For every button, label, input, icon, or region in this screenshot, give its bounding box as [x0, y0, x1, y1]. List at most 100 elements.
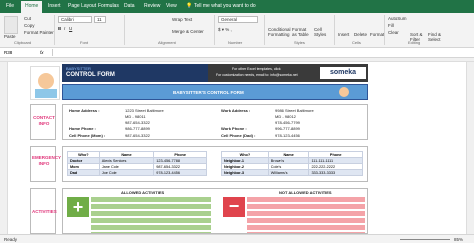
table-cell[interactable]: 978-123-4456: [153, 169, 207, 176]
font-size-select[interactable]: 11: [94, 16, 106, 23]
ribbon: Paste Cut Copy Format Painter Clipboard …: [0, 13, 474, 48]
merge-center-button[interactable]: Merge & Center: [172, 29, 204, 34]
cell-dad-value[interactable]: 978-123-4456: [275, 133, 300, 138]
tab-insert[interactable]: Insert: [48, 3, 61, 9]
cell-dad-label: Cell Phone (Dad) :: [221, 133, 256, 138]
zoom-slider[interactable]: [400, 239, 450, 240]
contact-info-label: CONTACT INFO: [33, 115, 55, 126]
activities-section: ALLOWED ACTIVITIES NOT ALLOWED ACTIVITIE…: [62, 188, 368, 234]
plus-icon: +: [67, 197, 89, 217]
currency-button[interactable]: $ ▾ % ,: [218, 27, 232, 33]
info-line-1[interactable]: For other Excel templates, click: [232, 67, 281, 71]
contact-label-box: CONTACT INFO: [30, 104, 56, 140]
contact-info-section: Home Address : 1223 Street Baltimore MD …: [62, 104, 368, 140]
clipboard-group-label: Clipboard: [14, 40, 32, 45]
cell-styles-button[interactable]: Cell Styles: [314, 27, 330, 37]
table-cell[interactable]: Joe Cole: [98, 169, 155, 176]
tab-file[interactable]: File: [6, 3, 14, 9]
home-phone-value[interactable]: 986-777-8899: [125, 126, 150, 131]
paste-button[interactable]: Paste: [4, 34, 16, 39]
baby-icon: [38, 73, 54, 89]
editing-group-label: Editing: [408, 40, 421, 45]
font-group-label: Font: [80, 40, 89, 45]
home-address-line-1[interactable]: 1223 Street Baltimore: [125, 108, 164, 113]
clear-button[interactable]: Clear: [388, 30, 399, 35]
status-bar: Ready 85%: [0, 234, 474, 243]
cut-button[interactable]: Cut: [24, 16, 31, 21]
table-cell[interactable]: Neighbor-3: [221, 169, 269, 176]
baby-logo-image: [30, 66, 60, 100]
tab-home[interactable]: Home: [21, 1, 43, 13]
font-name-select[interactable]: Calibri: [58, 16, 92, 23]
find-select-button[interactable]: Find & Select: [428, 32, 446, 42]
paste-icon[interactable]: [4, 16, 18, 34]
autosum-button[interactable]: AutoSum: [388, 16, 407, 21]
lightbulb-icon: 💡: [186, 3, 193, 9]
format-cells-button[interactable]: Format: [370, 32, 384, 37]
table-cell[interactable]: 333-333-3333: [308, 169, 363, 176]
someka-logo[interactable]: someka: [320, 67, 366, 79]
zoom-level[interactable]: 85%: [454, 237, 463, 242]
formula-input[interactable]: [52, 49, 470, 56]
tab-page-layout[interactable]: Page Layout: [68, 3, 96, 9]
work-phone-value[interactable]: 996-777-8899: [275, 126, 300, 131]
divider: [214, 15, 215, 45]
home-address-label: Home Address :: [69, 108, 100, 113]
divider: [124, 15, 125, 45]
column-headers: [0, 58, 474, 62]
ribbon-tab-bar: File Home Insert Page Layout Formulas Da…: [0, 0, 474, 13]
minus-icon: −: [223, 197, 245, 217]
fx-icon[interactable]: fx: [40, 50, 44, 55]
table-cell[interactable]: Dad: [67, 169, 100, 176]
tab-formulas[interactable]: Formulas: [98, 3, 119, 9]
info-line-2[interactable]: For customization needs, email to: info@…: [216, 73, 298, 77]
number-format-select[interactable]: General: [218, 16, 258, 23]
emergency-info-section: Who? Name Phone Doctor Alexis Senices 123-45…: [62, 146, 368, 182]
work-address-line-2[interactable]: MD - 98012: [275, 114, 296, 119]
not-allowed-activities-header: NOT ALLOWED ACTIVITIES: [279, 190, 332, 195]
name-box[interactable]: R38: [4, 50, 12, 55]
format-painter-button[interactable]: Format Painter: [24, 30, 54, 35]
divider: [384, 15, 385, 45]
bold-button[interactable]: B: [58, 26, 61, 31]
italic-button[interactable]: I: [64, 26, 65, 31]
cells-group-label: Cells: [352, 40, 361, 45]
tab-data[interactable]: Data: [124, 3, 135, 9]
tab-view[interactable]: View: [166, 3, 177, 9]
home-address-line-2[interactable]: MD - 98011: [125, 114, 146, 119]
emergency-right-table: Who? Name Phone Neighbor-1 Brown's 111-111-1…: [221, 151, 363, 176]
form-banner: BABYSITTER'S CONTROL FORM: [62, 84, 368, 100]
cell-mom-value[interactable]: 987-654-3322: [125, 133, 150, 138]
fill-button[interactable]: Fill: [388, 23, 394, 28]
wrap-text-button[interactable]: Wrap Text: [172, 17, 192, 22]
home-address-line-3[interactable]: 987-654-3322: [125, 120, 150, 125]
work-address-line-3[interactable]: 978-456-7799: [275, 120, 300, 125]
worksheet[interactable]: BABYSITTER CONTROL FORM For other Excel …: [0, 58, 474, 234]
allowed-activities-list[interactable]: [91, 197, 211, 233]
status-ready: Ready: [4, 237, 18, 242]
copy-button[interactable]: Copy: [24, 23, 35, 28]
number-group-label: Number: [228, 40, 243, 45]
form-title-badge: BABYSITTER CONTROL FORM: [62, 64, 208, 82]
divider: [264, 15, 265, 45]
activities-label: ACTIVITIES: [32, 209, 57, 214]
vertical-scrollbar[interactable]: [466, 62, 474, 234]
divider: [54, 15, 55, 45]
work-address-line-1[interactable]: 9986 Street Baltimore: [275, 108, 314, 113]
activities-label-box: ACTIVITIES: [30, 188, 57, 234]
alignment-group-label: Alignment: [158, 40, 176, 45]
underline-button[interactable]: U: [69, 26, 72, 31]
emergency-left-table: Who? Name Phone Doctor Alexis Senices 123-45…: [67, 151, 207, 176]
insert-cells-button[interactable]: Insert: [338, 32, 349, 37]
tell-me-search[interactable]: Tell me what you want to do: [194, 3, 256, 9]
conditional-formatting-button[interactable]: Conditional Formatting: [268, 27, 292, 37]
delete-cells-button[interactable]: Delete: [354, 32, 367, 37]
emergency-info-label: EMERGENCY INFO: [32, 155, 62, 166]
table-cell[interactable]: Williams's: [267, 169, 310, 176]
info-banner: For other Excel templates, click For cus…: [208, 64, 368, 82]
tab-review[interactable]: Review: [144, 3, 160, 9]
not-allowed-activities-list[interactable]: [247, 197, 365, 233]
work-address-label: Work Address :: [221, 108, 251, 113]
format-as-table-button[interactable]: Format as Table: [292, 27, 312, 37]
baby-face-icon: [339, 87, 349, 97]
